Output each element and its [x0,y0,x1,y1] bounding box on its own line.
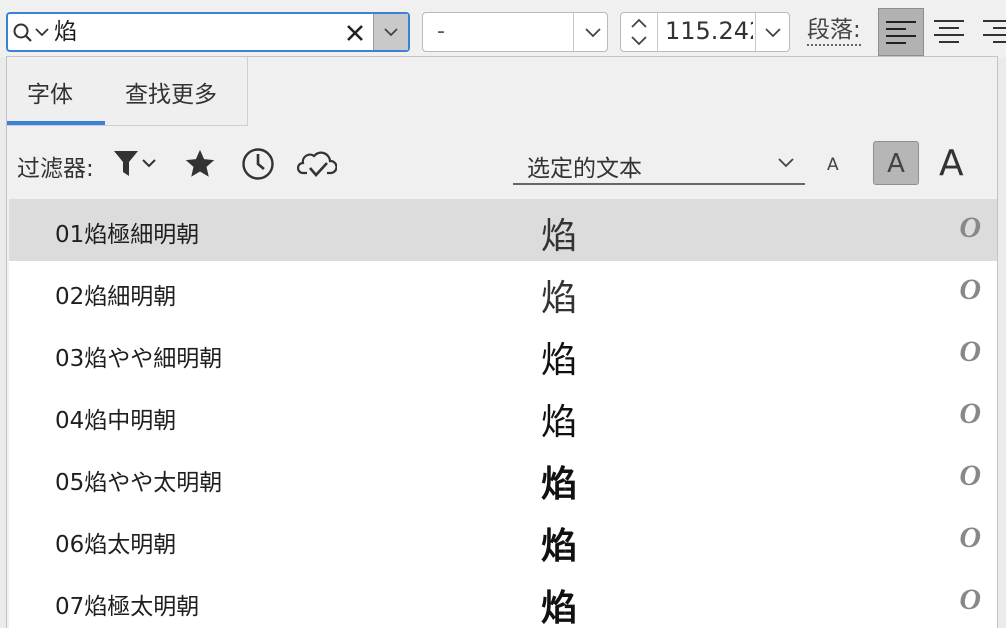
align-center-button[interactable] [926,8,972,56]
font-row[interactable]: 02焰細明朝 焰 O [9,261,997,323]
font-row[interactable]: 01焰極細明朝 焰 O [9,199,997,261]
font-name: 01焰極細明朝 [55,222,200,248]
divider [573,13,574,51]
font-style-combo[interactable]: - [422,12,608,52]
align-right-button[interactable] [974,8,1006,56]
font-list-popup: 字体 查找更多 过滤器: 选定的文本 A A A 01焰極細明朝 焰 O 02焰… [6,56,998,628]
cloud-check-icon[interactable] [296,147,338,185]
font-list-dropdown-button[interactable] [373,14,408,50]
font-row[interactable]: 03焰やや細明朝 焰 O [9,323,997,385]
font-size-value[interactable]: 115.242 [665,17,753,45]
recent-clock-icon[interactable] [241,147,275,185]
chevron-down-icon[interactable] [761,25,785,45]
font-size-combo[interactable]: 115.242 [620,12,790,52]
font-preview: 焰 [541,463,578,505]
tab-find-more[interactable]: 查找更多 [125,75,217,109]
text-toolbar: - 115.242 段落: [0,0,1006,58]
font-row[interactable]: 06焰太明朝 焰 O [9,509,997,571]
font-name: 05焰やや太明朝 [55,470,223,496]
chevron-down-icon [631,36,647,46]
opentype-icon: O [959,211,981,244]
font-preview: 焰 [541,216,578,257]
font-row[interactable]: 05焰やや太明朝 焰 O [9,447,997,509]
opentype-icon: O [959,583,981,616]
font-name: 02焰細明朝 [55,284,177,310]
favorite-star-icon[interactable] [183,147,217,185]
sample-text-combo[interactable]: 选定的文本 [513,143,805,185]
font-name: 07焰極太明朝 [55,594,200,620]
preview-size-medium-button[interactable]: A [873,141,919,185]
opentype-icon: O [959,397,981,430]
font-style-value: - [437,19,445,44]
tab-fonts[interactable]: 字体 [27,75,73,109]
font-list: 01焰極細明朝 焰 O 02焰細明朝 焰 O 03焰やや細明朝 焰 O 04焰中… [9,199,997,628]
search-dropdown-icon[interactable] [12,22,52,48]
font-name: 04焰中明朝 [55,408,177,434]
font-row[interactable]: 04焰中明朝 焰 O [9,385,997,447]
opentype-icon: O [959,459,981,492]
clear-search-icon[interactable] [344,22,366,48]
font-preview: 焰 [541,340,578,381]
font-size-spinner[interactable] [621,13,658,51]
font-preview: 焰 [541,525,578,567]
align-right-icon [983,20,1006,43]
preview-size-large-button[interactable]: A [939,143,964,184]
opentype-icon: O [959,521,981,554]
opentype-icon: O [959,335,981,368]
font-preview: 焰 [541,587,578,628]
popup-tabs: 字体 查找更多 [7,57,248,126]
font-row[interactable]: 07焰極太明朝 焰 O [9,571,997,628]
chevron-down-icon[interactable] [581,25,605,45]
divider [755,13,756,51]
font-preview: 焰 [541,278,578,319]
opentype-icon: O [959,273,981,306]
font-preview: 焰 [541,402,578,443]
font-name: 06焰太明朝 [55,532,177,558]
font-search-box[interactable] [6,12,410,52]
align-left-button[interactable] [878,8,924,56]
chevron-down-icon [384,28,398,37]
filter-label: 过滤器: [17,156,94,182]
align-center-icon [934,20,964,43]
chevron-up-icon [631,18,647,28]
filter-icon[interactable] [113,149,161,183]
sample-text-value: 选定的文本 [527,156,642,182]
chevron-down-icon[interactable] [775,155,797,174]
paragraph-label: 段落: [807,16,861,46]
align-left-icon [886,21,916,44]
preview-size-small-button[interactable]: A [827,155,839,175]
font-search-input[interactable] [54,14,344,50]
font-name: 03焰やや細明朝 [55,346,223,372]
active-tab-indicator [7,121,105,125]
